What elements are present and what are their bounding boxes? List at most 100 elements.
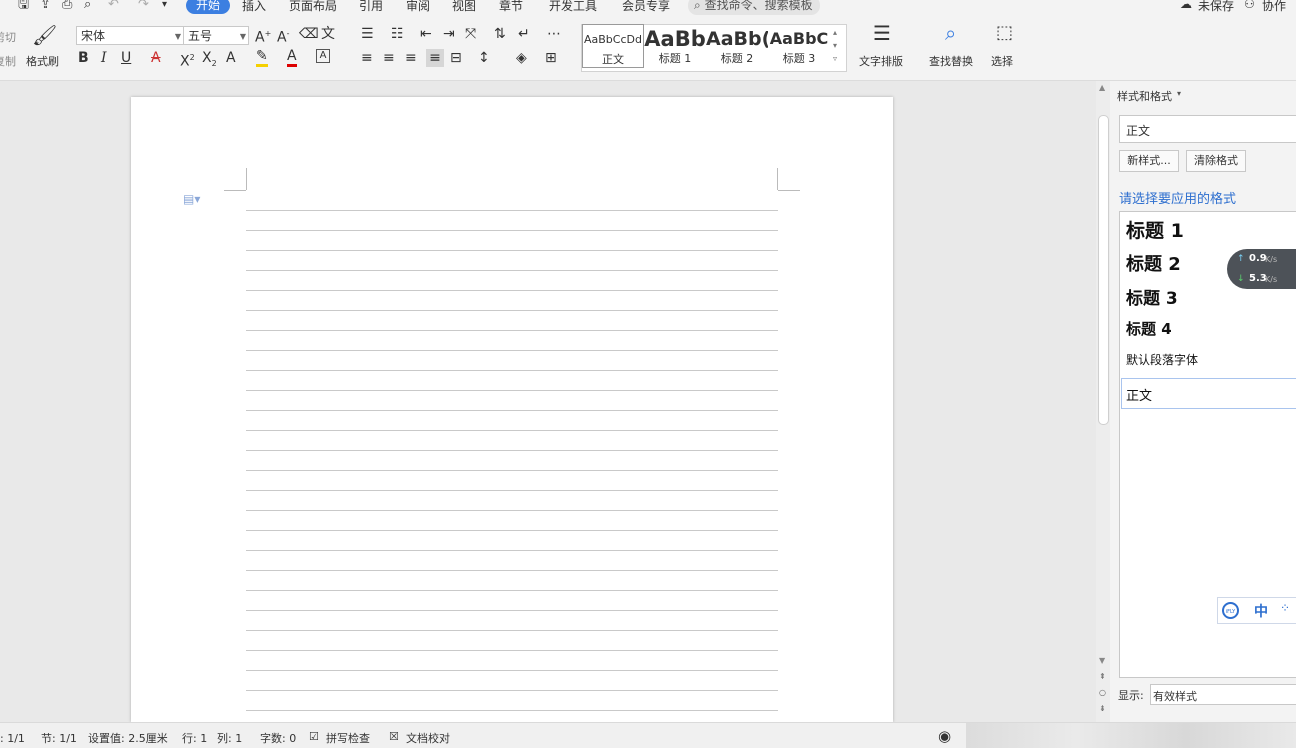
quick-access-more-icon[interactable]: ▾ [162, 0, 167, 14]
tab-chapter[interactable]: 章节 [499, 0, 523, 14]
clear-format-button[interactable]: 清除格式 [1186, 150, 1246, 172]
highlight-icon[interactable]: ✎ [256, 49, 268, 67]
style-heading-1[interactable]: AaBb 标题 1 [644, 24, 706, 68]
proofread-icon[interactable]: ☒ [389, 730, 399, 743]
gallery-scroll-icon[interactable]: ▴ ▾ ▿ [833, 26, 837, 65]
subscript-icon[interactable]: X2 [202, 49, 217, 73]
bold-icon[interactable]: B [78, 49, 89, 67]
chevron-down-icon[interactable]: ▾ [1177, 89, 1181, 98]
chinese-layout-icon[interactable]: ⤧ [465, 25, 476, 43]
italic-icon[interactable]: I [101, 49, 107, 67]
find-replace-icon[interactable]: ⌕ [945, 23, 956, 43]
format-painter-icon[interactable]: 🖌 [32, 25, 57, 45]
tab-page-layout[interactable]: 页面布局 [289, 0, 337, 14]
align-center-icon[interactable]: ≡ [383, 49, 395, 67]
shading-icon[interactable]: ◈ [516, 49, 527, 67]
show-filter-select[interactable]: 有效样式 [1150, 684, 1296, 705]
tab-insert[interactable]: 插入 [242, 0, 266, 14]
cut-button[interactable]: 剪切 [0, 29, 16, 45]
font-color-icon[interactable]: A [287, 49, 297, 67]
clear-format-icon[interactable]: ⌫ [299, 25, 319, 43]
align-right-icon[interactable]: ≡ [405, 49, 417, 67]
shrink-font-icon[interactable]: A- [277, 25, 289, 47]
justify-icon[interactable]: ≡ [426, 49, 444, 67]
style-heading-3[interactable]: AaBbC 标题 3 [768, 24, 830, 68]
strikethrough-icon[interactable]: A [151, 49, 161, 67]
ime-settings-icon[interactable]: ⁘ [1280, 601, 1290, 615]
tab-member[interactable]: 会员专享 [622, 0, 670, 14]
superscript-icon[interactable]: X2 [180, 49, 195, 71]
font-name-select[interactable]: 宋体 ▼ [76, 26, 184, 45]
scroll-up-icon[interactable]: ▲ [1099, 83, 1105, 92]
scrollbar-thumb[interactable] [1098, 115, 1109, 425]
save-icon[interactable]: 🖫 [18, 0, 29, 14]
next-page-icon[interactable]: ⇟ [1099, 704, 1106, 713]
prev-page-icon[interactable]: ⇞ [1099, 672, 1106, 681]
copy-button[interactable]: 复制 [0, 53, 16, 69]
network-speed-widget[interactable]: ↑ 0.9 K/s ↓ 5.3 K/s [1227, 249, 1296, 289]
proofread-button[interactable]: 文档校对 [406, 730, 450, 746]
chevron-down-icon: ▼ [174, 32, 181, 41]
collab-button[interactable]: 协作 [1262, 0, 1286, 14]
ime-toolbar[interactable]: iFLY 中 ⁘ [1217, 597, 1296, 624]
line-spacing-icon[interactable]: ↕ [478, 49, 490, 67]
print-icon[interactable]: ⎙ [62, 0, 72, 14]
show-marks-icon[interactable]: ↵ [518, 25, 530, 43]
select-icon[interactable]: ⬚ [996, 24, 1013, 42]
browse-object-icon[interactable]: ○ [1099, 688, 1106, 697]
grow-font-icon[interactable]: A+ [255, 25, 271, 47]
share-icon[interactable]: ⇪ [40, 0, 51, 14]
border-icon[interactable]: ⊞ [545, 49, 557, 67]
format-painter-button[interactable]: 格式刷 [26, 53, 59, 69]
style-normal[interactable]: AaBbCcDd 正文 [582, 24, 644, 68]
align-left-icon[interactable]: ≡ [361, 49, 373, 67]
increase-indent-icon[interactable]: ⇥ [443, 25, 455, 43]
ruled-line [246, 690, 778, 691]
view-controls-blurred[interactable] [966, 723, 1296, 748]
styles-pane-title[interactable]: 样式和格式 [1117, 88, 1172, 104]
find-replace-button[interactable]: 查找替换 [929, 53, 973, 69]
table-grid-icon[interactable]: ⋯ [547, 25, 561, 43]
bullet-list-icon[interactable]: ☰ [361, 25, 374, 43]
style-list-heading-2[interactable]: 标题 2 [1126, 250, 1181, 276]
spell-check-button[interactable]: 拼写检查 [326, 730, 370, 746]
undo-icon[interactable]: ↶ [108, 0, 119, 14]
print-preview-icon[interactable]: ⌕ [84, 0, 91, 14]
text-effect-icon[interactable]: A [226, 49, 236, 67]
style-list-heading-3[interactable]: 标题 3 [1126, 284, 1178, 309]
style-list-heading-1[interactable]: 标题 1 [1126, 216, 1184, 243]
sort-icon[interactable]: ⇅ [494, 25, 506, 43]
select-button[interactable]: 选择 [991, 53, 1013, 69]
style-list-heading-4[interactable]: 标题 4 [1126, 318, 1172, 339]
underline-icon[interactable]: U [121, 49, 131, 67]
status-word-count[interactable]: 字数: 0 [260, 730, 296, 746]
ime-mode[interactable]: 中 [1254, 601, 1268, 621]
distribute-icon[interactable]: ⊟ [450, 49, 462, 67]
style-list-default-font[interactable]: 默认段落字体 [1126, 351, 1198, 368]
text-layout-icon[interactable]: ☰ [873, 23, 891, 43]
current-style-field[interactable]: 正文 [1119, 115, 1296, 143]
tab-review[interactable]: 审阅 [406, 0, 430, 14]
char-border-icon[interactable]: A [316, 49, 330, 63]
spell-check-icon[interactable]: ☑ [309, 730, 319, 743]
status-page[interactable]: 页面: 1/1 [0, 730, 25, 746]
page-marker-icon[interactable]: ▤▾ [183, 192, 200, 206]
scroll-down-icon[interactable]: ▼ [1099, 656, 1105, 665]
vertical-scrollbar[interactable]: ▲ ▼ ⇞ ○ ⇟ [1096, 81, 1110, 722]
tab-view[interactable]: 视图 [452, 0, 476, 14]
new-style-button[interactable]: 新样式... [1119, 150, 1179, 172]
decrease-indent-icon[interactable]: ⇤ [420, 25, 432, 43]
unsaved-status[interactable]: 未保存 [1198, 0, 1234, 14]
tab-references[interactable]: 引用 [359, 0, 383, 14]
tab-home[interactable]: 开始 [186, 0, 231, 14]
numbered-list-icon[interactable]: ☷ [391, 25, 404, 43]
font-size-select[interactable]: 五号 ▼ [183, 26, 249, 45]
style-heading-2[interactable]: AaBb( 标题 2 [706, 24, 768, 68]
phonetic-guide-icon[interactable]: 文 [321, 25, 335, 43]
command-search-input[interactable]: ⌕ 查找命令、搜索模板 [688, 0, 820, 15]
redo-icon[interactable]: ↷ [138, 0, 149, 14]
eye-protection-icon[interactable]: ◉ [938, 727, 951, 745]
text-layout-button[interactable]: 文字排版 [859, 53, 903, 69]
tab-developer[interactable]: 开发工具 [549, 0, 597, 14]
style-list-normal[interactable]: 正文 [1126, 385, 1152, 404]
